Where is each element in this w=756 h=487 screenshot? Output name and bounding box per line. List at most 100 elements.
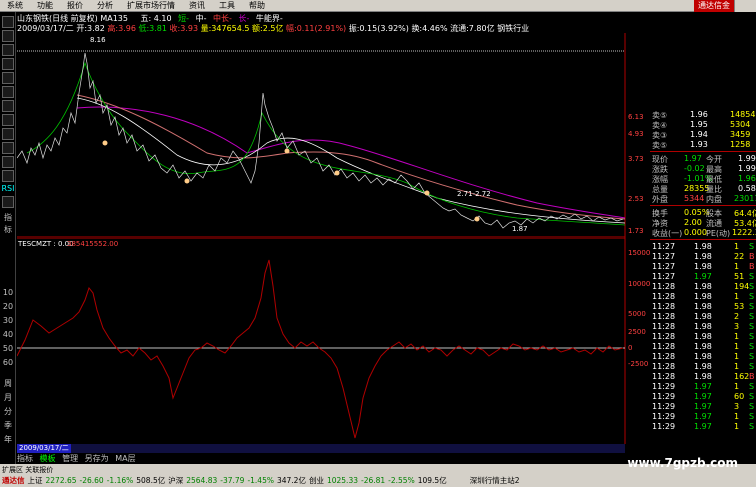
menu-item-extended-market[interactable]: 扩展市场行情 — [120, 0, 182, 11]
toolbar-quarter[interactable]: 季 — [1, 420, 15, 431]
tick-volume: 1 — [734, 262, 740, 271]
tick-time: 11:29 — [652, 382, 676, 391]
ask-price: 1.93 — [690, 140, 708, 149]
watermark: www.7gpzb.com — [627, 456, 738, 470]
toolbar-10[interactable]: 10 — [1, 288, 15, 297]
toolbar-60[interactable]: 60 — [1, 358, 15, 367]
legend-mid: 中- — [195, 14, 207, 23]
window-controls[interactable] — [734, 0, 756, 12]
sz-amt: 347.2亿 — [276, 476, 306, 485]
tick-side: S — [749, 422, 755, 431]
ask-vol: 3459 — [730, 130, 751, 139]
tick-row: 11:28 1.98 1 S — [650, 292, 756, 302]
toolbar-icon-12[interactable] — [2, 170, 14, 182]
toolbar-icon-8[interactable] — [2, 114, 14, 126]
menu-item-function[interactable]: 功能 — [30, 0, 60, 11]
tick-side: S — [749, 282, 755, 291]
toolbar-40[interactable]: 40 — [1, 330, 15, 339]
ind-tab-indicator[interactable]: 指标 — [17, 454, 33, 463]
menu-item-help[interactable]: 帮助 — [242, 0, 272, 11]
toolbar-icon-13[interactable] — [2, 196, 14, 208]
toolbar-icon-7[interactable] — [2, 100, 14, 112]
sz-index: 2564.83 — [186, 476, 218, 485]
toolbar-50[interactable]: 50 — [1, 344, 15, 353]
toolbar-icon-3[interactable] — [2, 44, 14, 56]
tick-row: 11:28 1.98 194 S — [650, 282, 756, 292]
sh-index: 2272.65 — [45, 476, 77, 485]
tick-price: 1.98 — [694, 292, 712, 301]
quote-volume: 量:347654.5 — [200, 24, 250, 33]
tick-time: 11:28 — [652, 352, 676, 361]
server-name[interactable]: 深圳行情主站2 — [470, 475, 520, 486]
ind-tab-template[interactable]: 模板 — [40, 454, 56, 463]
brand-badge: 通达信金 — [694, 0, 734, 12]
toolbar-icon-11[interactable] — [2, 156, 14, 168]
toolbar-year[interactable]: 年 — [1, 434, 15, 445]
tick-row: 11:28 1.98 162 B — [650, 372, 756, 382]
tick-side: B — [749, 252, 755, 261]
toolbar-month[interactable]: 月 — [1, 392, 15, 403]
stat-value: 0.58 — [738, 184, 756, 193]
tick-price: 1.97 — [694, 382, 712, 391]
tick-side: S — [749, 332, 755, 341]
ind-tab-saveas[interactable]: 另存为 — [85, 454, 109, 463]
tick-row: 11:28 1.98 1 S — [650, 332, 756, 342]
menu-item-quote[interactable]: 报价 — [60, 0, 90, 11]
cy-label: 创业 — [308, 476, 324, 485]
ind-tab-ma-layer[interactable]: MA层 — [115, 454, 135, 463]
signal-marker — [474, 216, 480, 222]
toolbar-rsi[interactable]: RSI — [1, 184, 15, 193]
toolbar-week[interactable]: 周 — [1, 378, 15, 389]
tick-volume: 1 — [734, 332, 740, 341]
tick-volume: 51 — [734, 272, 745, 281]
quote-close: 收:3.93 — [169, 24, 199, 33]
legend-short: 短- — [178, 14, 190, 23]
toolbar-icon-2[interactable] — [2, 30, 14, 42]
tick-volume: 1 — [734, 382, 740, 391]
date-cursor-label: 2009/03/17/二 — [17, 444, 71, 453]
toolbar-icon-9[interactable] — [2, 128, 14, 140]
toolbar-icon-1[interactable] — [2, 16, 14, 28]
indicator-axis-label: 0 — [628, 344, 632, 352]
tick-volume: 1 — [734, 422, 740, 431]
ma-value: 五: 4.10 — [140, 14, 172, 23]
tick-price: 1.98 — [694, 282, 712, 291]
quote-open: 开:3.82 — [76, 24, 105, 33]
toolbar-30[interactable]: 30 — [1, 316, 15, 325]
tick-price: 1.98 — [694, 302, 712, 311]
tick-row: 11:29 1.97 1 S — [650, 412, 756, 422]
toolbar-20[interactable]: 20 — [1, 302, 15, 311]
tick-time: 11:28 — [652, 342, 676, 351]
quote-industry: 钢铁行业 — [497, 24, 530, 33]
ind-tab-manage[interactable]: 管理 — [62, 454, 78, 463]
toolbar-icon-6[interactable] — [2, 86, 14, 98]
toolbar-zhi[interactable]: 指 — [1, 212, 15, 223]
toolbar-icon-10[interactable] — [2, 142, 14, 154]
tick-time: 11:27 — [652, 262, 676, 271]
sh-chg: -26.60 — [79, 476, 104, 485]
menu-item-info[interactable]: 资讯 — [182, 0, 212, 11]
toolbar-icon-5[interactable] — [2, 72, 14, 84]
toolbar-minute[interactable]: 分 — [1, 406, 15, 417]
legend-bull: 牛能界- — [255, 14, 283, 23]
menu-item-analysis[interactable]: 分析 — [90, 0, 120, 11]
tick-time: 11:29 — [652, 402, 676, 411]
menu-item-tools[interactable]: 工具 — [212, 0, 242, 11]
toolbar-icon-4[interactable] — [2, 58, 14, 70]
quote-amplitude: 振:0.15(3.92%) — [348, 24, 409, 33]
sz-chg: -37.79 — [220, 476, 245, 485]
cy-amt: 109.5亿 — [417, 476, 447, 485]
tick-row: 11:28 1.98 3 S — [650, 322, 756, 332]
tick-price: 1.98 — [694, 332, 712, 341]
menu-item-system[interactable]: 系统 — [0, 0, 30, 11]
sh-label: 上证 — [27, 476, 43, 485]
tick-row: 11:29 1.97 3 S — [650, 402, 756, 412]
indicator-axis-label: -2500 — [628, 360, 648, 368]
tick-price: 1.97 — [694, 402, 712, 411]
tick-price: 1.98 — [694, 362, 712, 371]
stat-value: 1.99 — [738, 154, 756, 163]
tick-row: 11:29 1.97 60 S — [650, 392, 756, 402]
toolbar-biao[interactable]: 标 — [1, 224, 15, 235]
price-chart[interactable]: 8.16 2.71-2.72 1.87 6.13 4.93 3.73 2.53 … — [17, 33, 650, 238]
indicator-chart[interactable]: TESCMZT : 0.00 385415552.00 15000 10000 … — [17, 238, 650, 444]
